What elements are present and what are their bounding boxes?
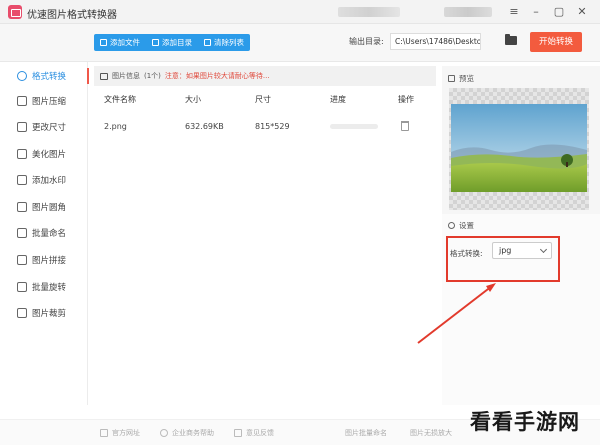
footer-label: 官方网址	[112, 429, 140, 437]
footer-link-rename[interactable]: 图片批量命名	[345, 428, 387, 438]
footer-label: 企业商务帮助	[172, 429, 214, 437]
enterprise-help-link[interactable]: 企业商务帮助	[160, 428, 214, 438]
official-site-link[interactable]: 官方网址	[100, 428, 140, 438]
feedback-link[interactable]: 意见反馈	[234, 428, 274, 438]
site-watermark: 看看手游网	[470, 410, 580, 434]
footer-label: 图片批量命名	[345, 429, 387, 437]
home-icon	[100, 429, 108, 437]
help-icon	[160, 429, 168, 437]
footer-label: 意见反馈	[246, 429, 274, 437]
feedback-icon	[234, 429, 242, 437]
footer-label: 图片无损放大	[410, 429, 452, 437]
annotation-arrow	[417, 283, 496, 344]
footer-link-upscale[interactable]: 图片无损放大	[410, 428, 452, 438]
